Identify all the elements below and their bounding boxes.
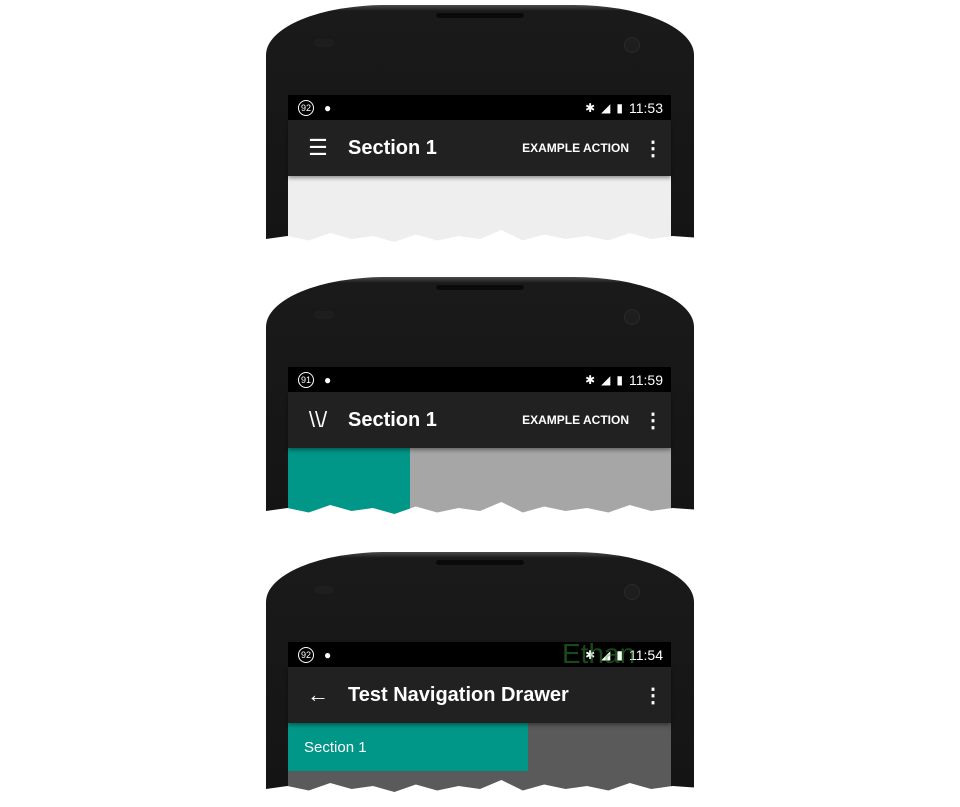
bluetooth-icon: ✱ [585, 372, 596, 387]
bluetooth-icon: ✱ [585, 100, 596, 115]
android-icon: ● [324, 372, 332, 387]
battery-icon: ▮ [616, 647, 623, 662]
status-bar: 92 ● ✱ ◢ ▮ 11:53 [288, 95, 671, 120]
front-camera [624, 309, 640, 325]
speaker-grille [436, 13, 524, 18]
status-bar: 92 ● ✱ ◢ ▮ 11:54 [288, 642, 671, 667]
screen: 91 ● ✱ ◢ ▮ 11:59 \\/ Section 1 EXAMPLE A… [288, 367, 671, 517]
notification-badge: 92 [298, 646, 314, 663]
signal-icon: ◢ [601, 100, 611, 115]
phone-body: 92 ● ✱ ◢ ▮ 11:54 ← Test Navigation Drawe… [266, 552, 694, 792]
navigation-drawer-partial[interactable] [288, 448, 410, 517]
toolbar-title: Section 1 [348, 136, 437, 159]
example-action-button[interactable]: EXAMPLE ACTION [522, 413, 629, 427]
content-area [288, 176, 671, 245]
status-bar: 91 ● ✱ ◢ ▮ 11:59 [288, 367, 671, 392]
hamburger-icon[interactable]: ☰ [288, 135, 348, 161]
signal-icon: ◢ [601, 647, 611, 662]
battery-icon: ▮ [616, 100, 623, 115]
phone-1: 92 ● ✱ ◢ ▮ 11:53 ☰ Section 1 EXAMPLE ACT… [266, 5, 694, 257]
phone-body: 92 ● ✱ ◢ ▮ 11:53 ☰ Section 1 EXAMPLE ACT… [266, 5, 694, 245]
toolbar: ☰ Section 1 EXAMPLE ACTION ⋮ [288, 120, 671, 176]
phone-2: 91 ● ✱ ◢ ▮ 11:59 \\/ Section 1 EXAMPLE A… [266, 277, 694, 529]
clock: 11:59 [629, 371, 663, 388]
back-arrow-icon[interactable]: ← [288, 682, 348, 708]
sensor [314, 311, 334, 319]
speaker-grille [436, 285, 524, 290]
overflow-menu-icon[interactable]: ⋮ [643, 408, 663, 433]
sensor [314, 39, 334, 47]
toolbar-title: Test Navigation Drawer [348, 683, 569, 706]
speaker-grille [436, 560, 524, 565]
toolbar: \\/ Section 1 EXAMPLE ACTION ⋮ [288, 392, 671, 448]
front-camera [624, 37, 640, 53]
clock: 11:53 [629, 99, 663, 116]
phone-3: 92 ● ✱ ◢ ▮ 11:54 ← Test Navigation Drawe… [266, 552, 694, 807]
hamburger-to-arrow-transition-icon[interactable]: \\/ [288, 407, 348, 433]
screen: 92 ● ✱ ◢ ▮ 11:53 ☰ Section 1 EXAMPLE ACT… [288, 95, 671, 245]
toolbar: ← Test Navigation Drawer ⋮ [288, 667, 671, 723]
toolbar-title: Section 1 [348, 408, 437, 431]
notification-badge: 91 [298, 371, 314, 388]
drawer-item-section-1[interactable]: Section 1 [288, 723, 528, 771]
clock: 11:54 [629, 646, 663, 663]
bluetooth-icon: ✱ [585, 647, 596, 662]
content-area [288, 448, 671, 517]
notification-badge: 92 [298, 99, 314, 116]
overflow-menu-icon[interactable]: ⋮ [643, 136, 663, 161]
example-action-button[interactable]: EXAMPLE ACTION [522, 141, 629, 155]
screen: 92 ● ✱ ◢ ▮ 11:54 ← Test Navigation Drawe… [288, 642, 671, 792]
overflow-menu-icon[interactable]: ⋮ [643, 683, 663, 708]
front-camera [624, 584, 640, 600]
battery-icon: ▮ [616, 372, 623, 387]
signal-icon: ◢ [601, 372, 611, 387]
content-area: Section 1 [288, 723, 671, 792]
phone-body: 91 ● ✱ ◢ ▮ 11:59 \\/ Section 1 EXAMPLE A… [266, 277, 694, 517]
android-icon: ● [324, 100, 332, 115]
sensor [314, 586, 334, 594]
android-icon: ● [324, 647, 332, 662]
